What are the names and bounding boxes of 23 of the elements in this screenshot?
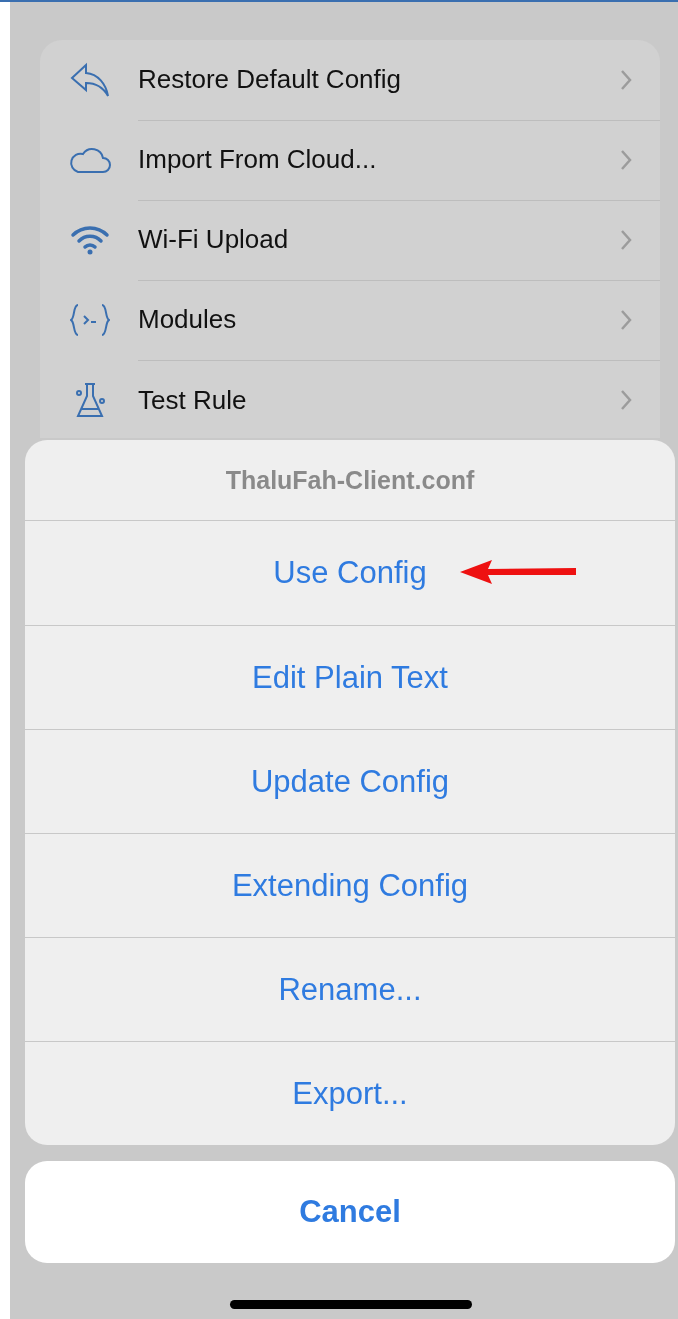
flask-icon [74, 381, 106, 419]
menu-item[interactable]: Restore Default Config [138, 40, 660, 121]
menu-item[interactable]: Modules [138, 279, 660, 361]
menu-item[interactable]: Wi-Fi Upload [138, 199, 660, 281]
wifi-icon [70, 224, 110, 256]
chevron-right-icon [620, 308, 632, 331]
action-button[interactable]: Rename... [25, 937, 675, 1041]
action-button[interactable]: Extending Config [25, 833, 675, 937]
chevron-right-icon [620, 228, 632, 251]
sheet-title: ThaluFah-Client.conf [225, 465, 475, 495]
menu-item[interactable]: Import From Cloud... [138, 119, 660, 201]
code-braces-icon [70, 303, 110, 337]
chevron-right-icon [620, 68, 632, 91]
reply-arrow-icon [70, 62, 110, 98]
action-button[interactable]: Edit Plain Text [25, 625, 675, 729]
chevron-right-icon [620, 389, 632, 411]
chevron-right-icon [620, 148, 632, 171]
cancel-button[interactable]: Cancel [25, 1161, 675, 1263]
menu-item[interactable]: Test Rule [138, 360, 660, 438]
action-button[interactable]: Update Config [25, 729, 675, 833]
action-button[interactable]: Use Config [25, 521, 675, 625]
action-button[interactable]: Export... [25, 1041, 675, 1145]
cloud-icon [69, 146, 111, 174]
